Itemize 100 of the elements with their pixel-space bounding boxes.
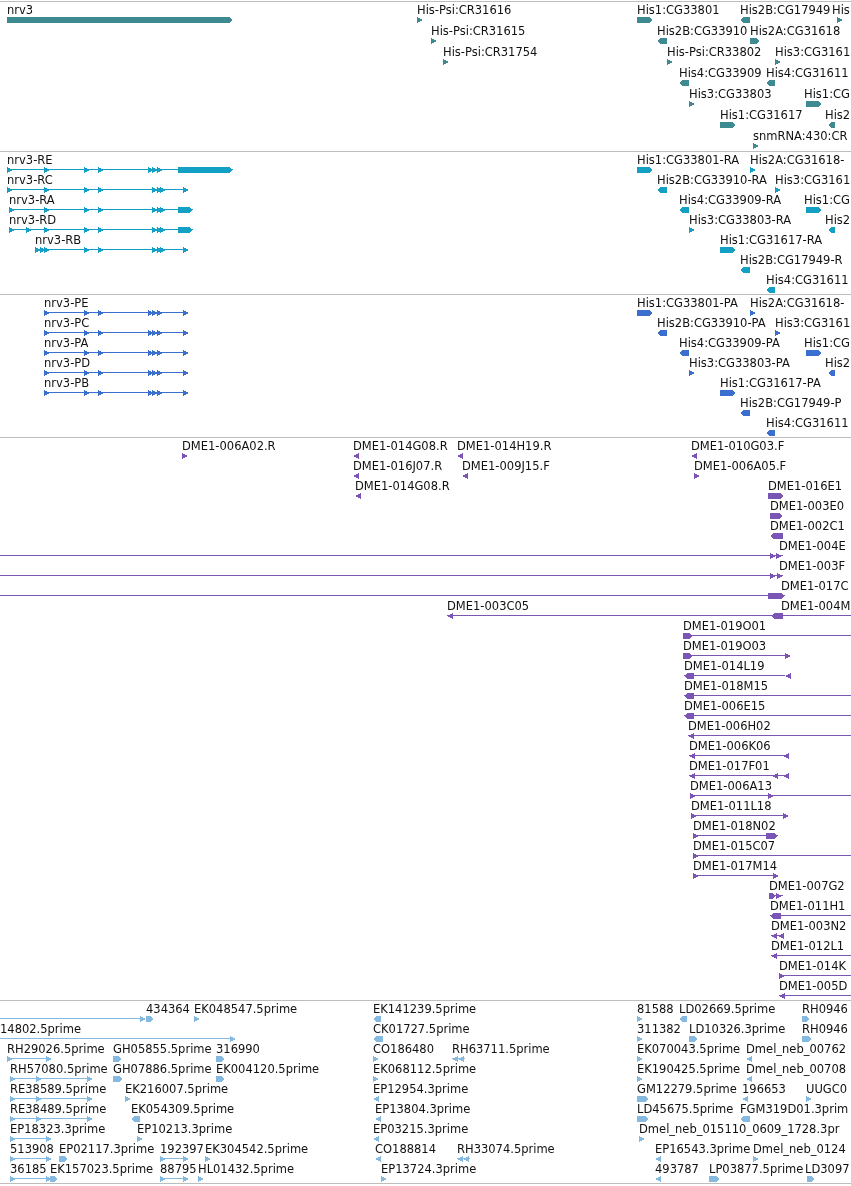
feature-label: 316990: [216, 1043, 260, 1056]
feature-label: DME1-011H1: [770, 900, 846, 913]
feature-label: GH05855.5prime: [113, 1043, 212, 1056]
feature-label: His1:CG33801-PA: [637, 297, 738, 310]
feature-label: DME1-006K06: [689, 740, 771, 753]
feature-label: GM12279.5prime: [637, 1083, 737, 1096]
feature-label: nrv3-PB: [44, 377, 90, 390]
feature-label: DME1-014L19: [684, 660, 765, 673]
feature-label: EP16543.3prime: [655, 1143, 751, 1156]
feature-label: 196653: [742, 1083, 786, 1096]
feature-label: DME1-003E0: [770, 500, 845, 513]
feature-label: EK068112.5prime: [373, 1063, 477, 1076]
feature-label: His-Psi:CR31754: [443, 46, 538, 59]
feature-label: His3:CG33803: [689, 88, 772, 101]
feature-label: RH0946: [802, 1003, 848, 1016]
feature-label: DME1-016J07.R: [353, 460, 443, 473]
feature-label: LP03877.5prime: [709, 1163, 804, 1176]
feature-label: His2A:CG31618-: [750, 297, 845, 310]
feature-label: nrv3-RA: [9, 194, 55, 207]
feature-label: His4:CG33909-PA: [679, 337, 780, 350]
feature-label: His2A:CG31618: [750, 25, 841, 38]
feature-label: His-Psi:CR33802: [667, 46, 762, 59]
feature-label: His4:CG31611: [766, 67, 849, 80]
feature-label: DME1-003F: [779, 560, 846, 573]
feature-label: EK004120.5prime: [216, 1063, 320, 1076]
feature-label: His2: [825, 109, 851, 122]
feature-label: DME1-018M15: [684, 680, 768, 693]
feature-label: nrv3-PE: [44, 297, 89, 310]
feature-label: EK054309.5prime: [131, 1103, 235, 1116]
feature-label: 513908: [10, 1143, 54, 1156]
feature-label: RE38589.5prime: [10, 1083, 107, 1096]
feature-label: His2B:CG33910-PA: [657, 317, 766, 330]
feature-label: 81588: [637, 1003, 674, 1016]
feature-label: RE38489.5prime: [10, 1103, 107, 1116]
feature-label: His2B:CG33910-RA: [657, 174, 767, 187]
feature-label: DME1-017M14: [693, 860, 777, 873]
feature-label: DME1-006A13: [690, 780, 772, 793]
feature-label: nrv3-RB: [35, 234, 82, 247]
feature-label: Dmel_neb_015110_0609_1728.3pr: [639, 1123, 840, 1136]
feature-label: DME1-006E15: [684, 700, 766, 713]
feature-label: His4:CG31611: [766, 274, 849, 287]
feature-label: RH57080.5prime: [10, 1063, 108, 1076]
feature-label: EP10213.3prime: [137, 1123, 233, 1136]
feature-label: EK157023.5prime: [50, 1163, 154, 1176]
feature-label: DME1-014G08.R: [353, 440, 448, 453]
feature-label: 311382: [637, 1023, 681, 1036]
feature-label: DME1-019O01: [683, 620, 767, 633]
feature-label: FGM319D01.3prim: [740, 1103, 849, 1116]
feature-label: His3:CG3161: [775, 46, 851, 59]
feature-label: DME1-011L18: [691, 800, 772, 813]
feature-label: His1:CG33801: [637, 4, 720, 17]
feature-label: RH33074.5prime: [457, 1143, 555, 1156]
feature-label: His1:CG: [804, 337, 850, 350]
feature-label: EP13724.3prime: [381, 1163, 477, 1176]
feature-label: CO188814: [375, 1143, 436, 1156]
feature-label: His2: [825, 214, 851, 227]
feature-label: 493787: [655, 1163, 699, 1176]
feature-label: DME1-012L1: [771, 940, 845, 953]
feature-label: Dmel_neb_00762: [746, 1043, 847, 1056]
feature-label: His1:CG31617: [720, 109, 803, 122]
feature-label: 434364: [146, 1003, 190, 1016]
feature-label: snmRNA:430:CR: [753, 130, 848, 143]
feature-label: EK216007.5prime: [125, 1083, 229, 1096]
feature-label: RH0946: [802, 1023, 848, 1036]
feature-label: nrv3-RE: [7, 154, 53, 167]
feature-label: LD3097: [805, 1163, 850, 1176]
feature-label: Dmel_neb_00708: [746, 1063, 847, 1076]
feature-label: RH63711.5prime: [452, 1043, 550, 1056]
feature-label: DME1-017F01: [689, 760, 770, 773]
feature-label: DME1-019O03: [683, 640, 767, 653]
feature-label: DME1-014K: [779, 960, 846, 973]
feature-label: DME1-016E1: [768, 480, 843, 493]
feature-label: EP02117.3prime: [59, 1143, 155, 1156]
feature-label: His3:CG3161: [775, 317, 851, 330]
feature-label: EP12954.3prime: [373, 1083, 469, 1096]
feature-label: EK190425.5prime: [637, 1063, 741, 1076]
feature-label: nrv3-PA: [44, 337, 89, 350]
feature-label: nrv3-PD: [44, 357, 91, 370]
feature-label: UUGC0: [806, 1083, 848, 1096]
feature-label: DME1-003C05: [447, 600, 530, 613]
feature-label: EK304542.5prime: [205, 1143, 309, 1156]
feature-label: DME1-005D: [779, 980, 848, 993]
feature-label: His2B:CG17949-R: [740, 254, 843, 267]
feature-label: His4:CG31611: [766, 417, 849, 430]
feature-label: DME1-010G03.F: [691, 440, 785, 453]
feature-label: DME1-003N2: [771, 920, 847, 933]
feature-label: His4:CG33909: [679, 67, 762, 80]
feature-label: EP03215.3prime: [373, 1123, 469, 1136]
feature-label: DME1-014H19.R: [457, 440, 552, 453]
feature-label: His1:CG: [804, 88, 850, 101]
feature-label: LD02669.5prime: [679, 1003, 776, 1016]
feature-label: DME1-014G08.R: [355, 480, 450, 493]
feature-label: His1:CG: [804, 194, 850, 207]
feature-label: nrv3-PC: [44, 317, 90, 330]
feature-label: His2B:CG33910: [657, 25, 748, 38]
feature-label: DME1-015C07: [693, 840, 776, 853]
feature-label: DME1-009J15.F: [462, 460, 550, 473]
feature-label: DME1-006A02.R: [182, 440, 276, 453]
feature-label: His1:CG33801-RA: [637, 154, 740, 167]
feature-label: DME1-004M: [781, 600, 851, 613]
